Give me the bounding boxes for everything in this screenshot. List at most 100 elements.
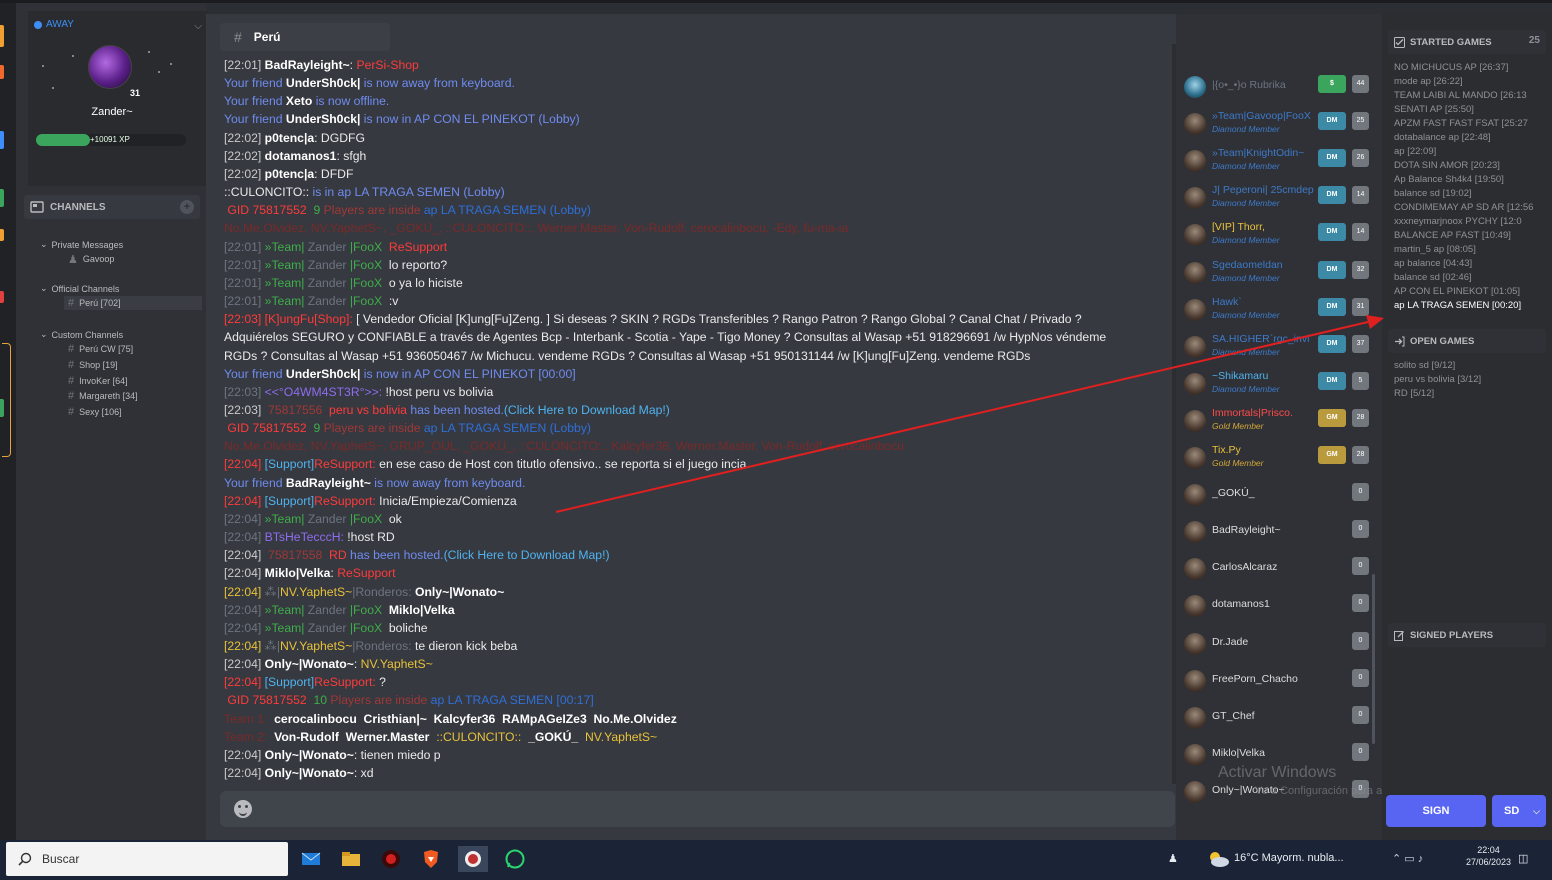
game-item[interactable]: xxxneymarjnoox PYCHY [12:0 — [1394, 215, 1546, 229]
game-item[interactable]: ap balance [04:43] — [1394, 257, 1546, 271]
chat-segment: NV.YaphetS~ — [280, 639, 353, 653]
channel-item[interactable]: # Perú CW [75] — [68, 342, 198, 356]
message-input[interactable] — [220, 791, 1175, 827]
member-name: dotamanos1 — [1212, 598, 1270, 611]
chat-line: Adquiérelos SEGURO y CONFIABLE a través … — [224, 328, 1164, 346]
channel-item-peru[interactable]: # Perú [702] — [64, 296, 202, 310]
member-row[interactable]: Dr.Jade 0 — [1182, 624, 1378, 661]
game-item[interactable]: dotabalance ap [22:48] — [1394, 131, 1546, 145]
chat-segment: 10 — [310, 693, 331, 708]
game-item[interactable]: peru vs bolivia [3/12] — [1394, 373, 1546, 387]
search-placeholder: Buscar — [42, 852, 80, 866]
brave-browser-icon[interactable] — [418, 846, 444, 872]
member-count: 25 — [1352, 112, 1369, 131]
game-item[interactable]: NO MICHUCUS AP [26:37] — [1394, 61, 1546, 75]
game-item[interactable]: balance sd [02:46] — [1394, 271, 1546, 285]
game-item[interactable]: solito sd [9/12] — [1394, 359, 1546, 373]
chat-segment: Only~|Wonato~ — [264, 747, 354, 762]
folder-icon[interactable] — [338, 846, 364, 872]
chat-segment: Team 2: — [224, 729, 271, 744]
chat-segment: No.Me.Olvidez, NV.YaphetS~, _GOKÚ_, ::CU… — [224, 221, 849, 236]
emoji-icon[interactable] — [234, 800, 252, 818]
app-rail — [0, 3, 16, 840]
game-item[interactable]: RD [5/12] — [1394, 387, 1546, 401]
game-item[interactable]: SENATI AP [25:50] — [1394, 103, 1546, 117]
sign-button[interactable]: SIGN — [1386, 795, 1486, 827]
member-row[interactable]: SA.HIGHER`rgc_invi Diamond Member DM 37 — [1182, 327, 1378, 364]
member-row[interactable]: Sgedaomeldan Diamond Member DM 32 — [1182, 253, 1378, 290]
channel-item[interactable]: # Margareth [34] — [68, 389, 198, 403]
member-row[interactable]: GT_Chef 0 — [1182, 698, 1378, 735]
channel-item[interactable]: # Shop [19] — [68, 358, 198, 372]
client-app-icon[interactable] — [458, 846, 488, 872]
weather-label[interactable]: 16°C Mayorm. nubla... — [1234, 852, 1344, 864]
channel-item[interactable]: # Sexy [106] — [68, 405, 198, 419]
member-row[interactable]: Hawk` Diamond Member DM 31 — [1182, 290, 1378, 327]
member-row[interactable]: CarlosAlcaraz 0 — [1182, 549, 1378, 586]
member-row[interactable]: Immortals|Prisco. Gold Member GM 28 — [1182, 401, 1378, 438]
member-row[interactable]: BadRayleight~ 0 — [1182, 512, 1378, 549]
chat-segment: is now away from keyboard. — [370, 475, 526, 490]
member-row[interactable]: »Team|KnightOdin~ Diamond Member DM 26 — [1182, 141, 1378, 178]
category-private[interactable]: ⌄ Private Messages — [40, 239, 123, 250]
game-app-icon[interactable] — [378, 846, 404, 872]
member-row[interactable]: dotamanos1 0 — [1182, 586, 1378, 623]
signed-players-header[interactable]: SIGNED PLAYERS — [1388, 623, 1546, 647]
game-item[interactable]: mode ap [26:22] — [1394, 75, 1546, 89]
member-row[interactable]: |{o•_•}o Rubrika $44 — [1182, 67, 1378, 104]
member-row[interactable]: ~Shikamaru Diamond Member DM 5 — [1182, 364, 1378, 401]
private-item[interactable]: ♟ Gavoop — [68, 252, 198, 266]
member-row[interactable]: »Team|Gavoop|FooX Diamond Member DM 25 — [1182, 104, 1378, 141]
category-official[interactable]: ⌄ Official Channels — [40, 283, 119, 294]
game-item[interactable]: BALANCE AP FAST [10:49] — [1394, 229, 1546, 243]
member-role: Gold Member — [1212, 420, 1264, 431]
chat-line: Your friend BadRayleight~ is now away fr… — [224, 474, 1164, 492]
member-row[interactable]: _GOKÚ_ 0 — [1182, 475, 1378, 512]
started-games-header[interactable]: STARTED GAMES 25 — [1388, 30, 1546, 54]
open-games-header[interactable]: OPEN GAMES — [1388, 329, 1546, 353]
member-row[interactable]: Tix.Py Gold Member GM 28 — [1182, 438, 1378, 475]
member-badge: DM — [1318, 334, 1346, 353]
member-row[interactable]: J| Peperoni| 25cmdep Diamond Member DM 14 — [1182, 178, 1378, 215]
game-item[interactable]: martin_5 ap [08:05] — [1394, 243, 1546, 257]
sd-mode-button[interactable]: SD ⌵ — [1492, 795, 1546, 827]
channels-header[interactable]: CHANNELS + — [24, 195, 200, 219]
chat-segment[interactable]: (Click Here to Download Map!) — [444, 548, 610, 562]
chat-segment: _GOKÚ_ — [521, 729, 585, 744]
member-row[interactable]: [VIP] Thorr, Diamond Member DM 14 — [1182, 215, 1378, 252]
whatsapp-icon[interactable] — [502, 846, 528, 872]
chevron-down-icon[interactable]: ⌵ — [194, 21, 202, 32]
chat-segment: [Support] — [264, 675, 315, 690]
taskbar-search[interactable]: Buscar — [6, 842, 288, 876]
status-selector[interactable]: AWAY — [34, 19, 74, 30]
chat-line: [22:02] p0tenc|a: DFDF — [224, 165, 1164, 183]
category-label: Custom Channels — [51, 329, 124, 340]
game-item[interactable]: CONDIMEMAY AP SD AR [12:56 — [1394, 201, 1546, 215]
game-item[interactable]: ap [22:09] — [1394, 145, 1546, 159]
notification-icon[interactable]: ◫ — [1518, 852, 1528, 865]
chat-line: Your friend UnderSh0ck| is now in AP CON… — [224, 110, 1164, 128]
add-channel-button[interactable]: + — [180, 200, 194, 214]
chat-segment: [22:01] — [224, 294, 265, 309]
tray-icons[interactable]: ⌃ ▭ ♪ — [1392, 852, 1423, 865]
clock[interactable]: 22:04 27/06/2023 — [1466, 844, 1511, 868]
game-item[interactable]: TEAM LAIBI AL MANDO [26:13 — [1394, 89, 1546, 103]
member-count: 37 — [1352, 334, 1369, 353]
game-item[interactable]: DOTA SIN AMOR [20:23] — [1394, 159, 1546, 173]
chat-segment: [22:04] — [224, 747, 265, 762]
chat-segment: [22:01] — [224, 239, 265, 254]
game-item[interactable]: balance sd [19:02] — [1394, 187, 1546, 201]
game-item[interactable]: Ap Balance Sh4k4 [19:50] — [1394, 173, 1546, 187]
member-row[interactable]: FreePorn_Chacho 0 — [1182, 661, 1378, 698]
game-item[interactable]: AP CON EL PINEKOT [01:05] — [1394, 285, 1546, 299]
chat-segment: dotamanos1 — [264, 148, 337, 163]
chat-segment[interactable]: (Click Here to Download Map!) — [504, 403, 670, 417]
mail-icon[interactable] — [298, 846, 324, 872]
game-item[interactable]: APZM FAST FAST FSAT [25:27 — [1394, 117, 1546, 131]
category-custom[interactable]: ⌄ Custom Channels — [40, 329, 123, 340]
people-icon[interactable]: ♟ — [1168, 852, 1178, 865]
chat-segment: p0tenc|a — [264, 166, 315, 181]
game-item[interactable]: ap LA TRAGA SEMEN [00:20] — [1394, 299, 1546, 313]
channel-item[interactable]: # InvoKer [64] — [68, 374, 198, 388]
avatar[interactable] — [88, 45, 132, 89]
